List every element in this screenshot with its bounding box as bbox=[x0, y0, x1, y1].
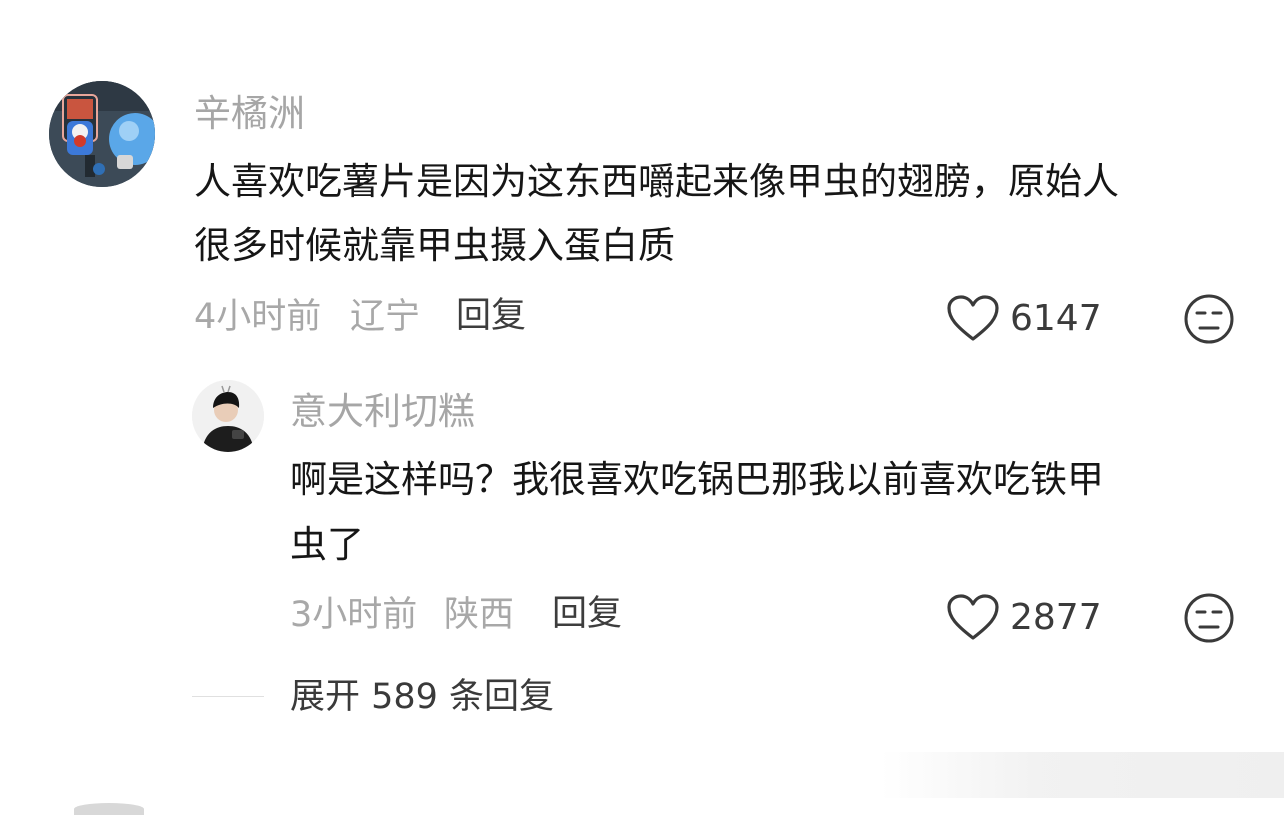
comment-reply-button[interactable]: 回复 bbox=[456, 299, 526, 334]
expand-replies-button[interactable]: 展开 589 条回复 bbox=[290, 680, 554, 715]
reply-reply-button[interactable]: 回复 bbox=[552, 597, 622, 632]
bottom-fade-overlay bbox=[880, 752, 1284, 798]
commenter-username[interactable]: 辛橘洲 bbox=[194, 95, 305, 132]
comment-time: 4小时前 bbox=[194, 297, 322, 337]
replier-avatar[interactable] bbox=[192, 380, 264, 452]
comment-text-line-2: 很多时候就靠甲虫摄入蛋白质 bbox=[194, 224, 675, 267]
comment-like-count: 6147 bbox=[1010, 298, 1102, 339]
commenter-avatar[interactable] bbox=[49, 81, 155, 187]
reply-like-button[interactable] bbox=[946, 593, 1000, 643]
neutral-face-icon bbox=[1184, 294, 1234, 344]
neutral-face-icon bbox=[1184, 593, 1234, 643]
comment-like-button[interactable] bbox=[946, 294, 1000, 344]
reply-like-count: 2877 bbox=[1010, 597, 1102, 638]
reply-time: 3小时前 bbox=[290, 595, 418, 635]
reply-text-line-1: 啊是这样吗？我很喜欢吃锅巴那我以前喜欢吃铁甲 bbox=[290, 458, 1104, 501]
expand-divider bbox=[192, 696, 264, 697]
reply-text-line-2: 虫了 bbox=[290, 523, 364, 566]
heart-outline-icon bbox=[947, 295, 999, 341]
reply-reaction-button[interactable] bbox=[1183, 592, 1235, 644]
next-comment-avatar-edge bbox=[74, 803, 144, 815]
comment-reaction-button[interactable] bbox=[1183, 293, 1235, 345]
comment-location: 辽宁 bbox=[350, 297, 421, 337]
comment-text-line-1: 人喜欢吃薯片是因为这东西嚼起来像甲虫的翅膀，原始人 bbox=[194, 160, 1119, 203]
photo-avatar-icon bbox=[192, 380, 264, 452]
reply-location: 陕西 bbox=[444, 595, 515, 635]
cartoon-avatar-icon bbox=[49, 81, 155, 187]
heart-outline-icon bbox=[947, 594, 999, 640]
replier-username[interactable]: 意大利切糕 bbox=[290, 393, 475, 430]
